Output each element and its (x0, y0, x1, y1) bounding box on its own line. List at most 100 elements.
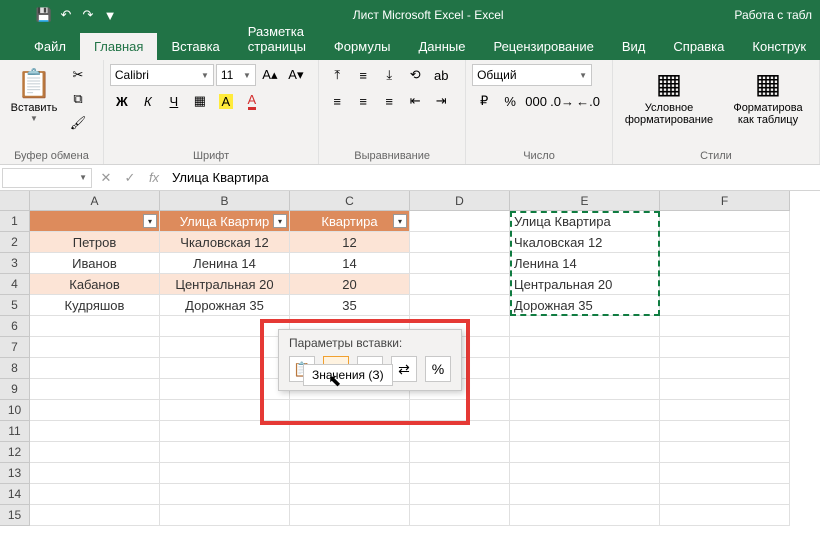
cell[interactable]: 35 (290, 295, 410, 316)
cell[interactable] (660, 232, 790, 253)
cell[interactable] (510, 421, 660, 442)
cell[interactable] (510, 484, 660, 505)
cell[interactable]: 20 (290, 274, 410, 295)
fill-color-button[interactable]: A (214, 90, 238, 112)
cell[interactable]: Дорожная 35 (510, 295, 660, 316)
fx-button[interactable]: fx (142, 170, 166, 185)
rowhead[interactable]: 8 (0, 358, 30, 379)
colhead-f[interactable]: F (660, 191, 790, 211)
copy-button[interactable]: ⧉ (66, 88, 90, 110)
increase-indent-button[interactable]: ⇥ (429, 90, 453, 112)
paste-button[interactable]: 📋 Вставить ▼ (6, 64, 62, 126)
cell[interactable] (290, 505, 410, 526)
rowhead[interactable]: 4 (0, 274, 30, 295)
cell[interactable]: Квартира▾ (290, 211, 410, 232)
cell[interactable] (410, 295, 510, 316)
cell[interactable] (660, 337, 790, 358)
tab-file[interactable]: Файл (20, 33, 80, 60)
colhead-d[interactable]: D (410, 191, 510, 211)
cell[interactable] (160, 316, 290, 337)
cell[interactable] (660, 421, 790, 442)
cell[interactable]: 12 (290, 232, 410, 253)
cell[interactable] (290, 442, 410, 463)
cell[interactable] (510, 400, 660, 421)
format-painter-button[interactable]: 🖌 (66, 112, 90, 134)
cell[interactable] (30, 337, 160, 358)
qat-dropdown-icon[interactable]: ▼ (102, 7, 118, 23)
select-all-corner[interactable] (0, 191, 30, 211)
tab-help[interactable]: Справка (659, 33, 738, 60)
enter-formula-button[interactable]: ✓ (118, 170, 142, 186)
cell[interactable] (510, 358, 660, 379)
cell[interactable] (660, 211, 790, 232)
cell[interactable] (30, 379, 160, 400)
wrap-text-button[interactable]: ab (429, 64, 453, 86)
decrease-indent-button[interactable]: ⇤ (403, 90, 427, 112)
cell[interactable]: Кабанов (30, 274, 160, 295)
cell[interactable]: Центральная 20 (160, 274, 290, 295)
cell[interactable]: Ленина 14 (160, 253, 290, 274)
format-as-table-button[interactable]: ▦ Форматирова как таблицу (723, 64, 813, 129)
cell[interactable] (660, 358, 790, 379)
cell[interactable] (290, 463, 410, 484)
rowhead[interactable]: 10 (0, 400, 30, 421)
cell[interactable] (410, 253, 510, 274)
cell[interactable]: Чкаловская 12 (160, 232, 290, 253)
cell[interactable] (510, 316, 660, 337)
cell[interactable]: Улица Квартира (510, 211, 660, 232)
tab-home[interactable]: Главная (80, 33, 157, 60)
decrease-font-button[interactable]: A▾ (284, 64, 308, 86)
rowhead[interactable]: 1 (0, 211, 30, 232)
rowhead[interactable]: 9 (0, 379, 30, 400)
comma-button[interactable]: 000 (524, 90, 548, 112)
cell[interactable] (410, 463, 510, 484)
align-right-button[interactable]: ≡ (377, 90, 401, 112)
cell[interactable] (290, 421, 410, 442)
cell[interactable] (30, 421, 160, 442)
cell[interactable] (410, 505, 510, 526)
align-bottom-button[interactable]: ⤓ (377, 64, 401, 86)
cell[interactable] (30, 400, 160, 421)
cell[interactable] (660, 295, 790, 316)
percent-button[interactable]: % (498, 90, 522, 112)
cell[interactable] (160, 358, 290, 379)
rowhead[interactable]: 5 (0, 295, 30, 316)
cell[interactable] (30, 484, 160, 505)
undo-icon[interactable]: ↶ (58, 7, 74, 23)
cell[interactable] (660, 316, 790, 337)
tab-design[interactable]: Конструк (738, 33, 820, 60)
cell[interactable] (160, 484, 290, 505)
rowhead[interactable]: 14 (0, 484, 30, 505)
cell[interactable] (410, 211, 510, 232)
cell[interactable] (410, 274, 510, 295)
cell[interactable] (410, 442, 510, 463)
cell[interactable] (660, 442, 790, 463)
cell[interactable] (160, 421, 290, 442)
cell[interactable] (160, 463, 290, 484)
tab-data[interactable]: Данные (405, 33, 480, 60)
cell[interactable] (30, 463, 160, 484)
cell[interactable] (30, 358, 160, 379)
underline-button[interactable]: Ч (162, 90, 186, 112)
cell[interactable]: ▾ (30, 211, 160, 232)
tab-view[interactable]: Вид (608, 33, 660, 60)
formula-input[interactable]: Улица Квартира (166, 170, 820, 185)
cell[interactable] (160, 505, 290, 526)
cell[interactable] (660, 484, 790, 505)
rowhead[interactable]: 11 (0, 421, 30, 442)
tab-page-layout[interactable]: Разметка страницы (234, 18, 320, 60)
cell[interactable] (510, 379, 660, 400)
filter-icon[interactable]: ▾ (273, 214, 287, 228)
colhead-c[interactable]: C (290, 191, 410, 211)
cell[interactable] (30, 505, 160, 526)
increase-decimal-button[interactable]: .0→ (550, 90, 574, 112)
cell[interactable]: Иванов (30, 253, 160, 274)
font-color-button[interactable]: A (240, 90, 264, 112)
paste-option-formatting[interactable]: % (425, 356, 451, 382)
cell[interactable] (510, 505, 660, 526)
rowhead[interactable]: 3 (0, 253, 30, 274)
cell[interactable] (410, 232, 510, 253)
cell[interactable] (660, 505, 790, 526)
cell[interactable] (410, 421, 510, 442)
conditional-formatting-button[interactable]: ▦ Условное форматирование (619, 64, 719, 129)
